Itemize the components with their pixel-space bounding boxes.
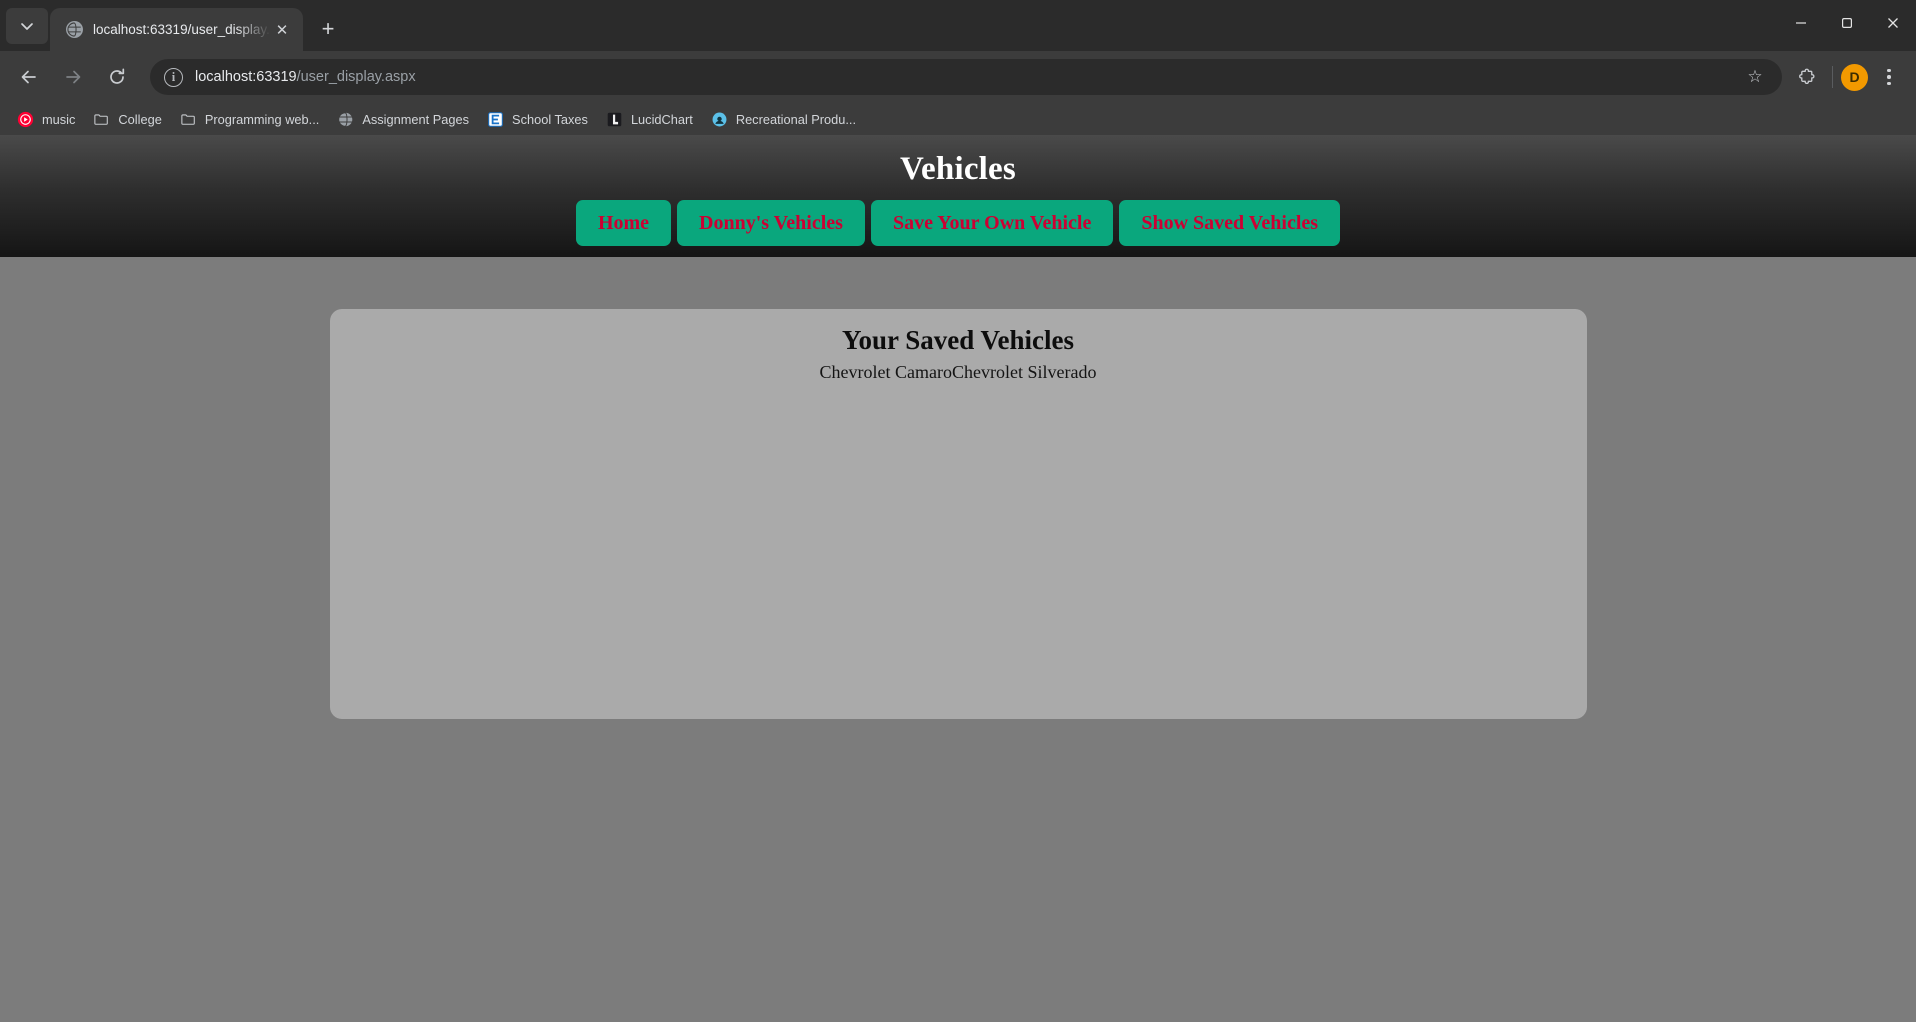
edgenuity-e-icon [487, 111, 504, 128]
arrow-right-icon [66, 70, 81, 84]
nav-save-your-own-vehicle[interactable]: Save Your Own Vehicle [870, 200, 1114, 246]
address-bar[interactable]: i localhost:63319/user_display.aspx ☆ [150, 59, 1782, 95]
browser-toolbar: i localhost:63319/user_display.aspx ☆ D [0, 51, 1916, 103]
bookmark-school-taxes[interactable]: School Taxes [478, 106, 597, 132]
reload-button[interactable] [100, 60, 134, 94]
page-title: Vehicles [900, 151, 1016, 187]
minimize-button[interactable] [1778, 0, 1824, 46]
tab-title: localhost:63319/user_display.as [93, 22, 271, 37]
chevron-down-icon [21, 23, 33, 30]
lucidchart-icon [606, 111, 623, 128]
menu-dot [1887, 68, 1891, 73]
saved-vehicles-heading: Your Saved Vehicles [841, 325, 1075, 355]
puzzle-icon [1798, 68, 1814, 84]
nav-home[interactable]: Home [575, 200, 672, 246]
bookmarks-bar: music College Programming web... Assignm… [0, 103, 1916, 135]
profile-avatar[interactable]: D [1841, 63, 1868, 91]
reload-icon [110, 68, 125, 84]
forward-button[interactable] [56, 60, 90, 94]
url-text: localhost:63319/user_display.aspx [195, 69, 1742, 85]
bookmark-star-icon[interactable]: ☆ [1742, 64, 1768, 90]
folder-icon [93, 111, 110, 128]
bookmark-label: Recreational Produ... [735, 111, 857, 127]
extensions-button[interactable] [1790, 60, 1824, 94]
bookmark-label: Programming web... [204, 111, 320, 127]
bookmark-college[interactable]: College [84, 106, 170, 132]
maximize-button[interactable] [1824, 0, 1870, 46]
new-tab-button[interactable]: + [312, 13, 344, 45]
bookmark-label: School Taxes [512, 111, 588, 127]
tab-search-button[interactable] [6, 8, 48, 44]
toolbar-divider [1832, 66, 1833, 88]
close-window-button[interactable] [1870, 0, 1916, 46]
bookmark-label: Assignment Pages [362, 111, 470, 127]
bookmark-assignment-pages[interactable]: Assignment Pages [328, 106, 478, 132]
menu-dot [1887, 75, 1891, 79]
window-controls [1778, 0, 1916, 46]
maximize-icon [1842, 18, 1853, 29]
site-info-icon[interactable]: i [164, 67, 183, 87]
bookmark-recreational-produ[interactable]: Recreational Produ... [702, 106, 865, 132]
page-viewport: Vehicles Home Donny's Vehicles Save Your… [0, 135, 1916, 1022]
site-header: Vehicles Home Donny's Vehicles Save Your… [0, 135, 1916, 257]
tab-strip: localhost:63319/user_display.as ✕ + [0, 0, 1916, 51]
globe-icon [66, 21, 83, 38]
bookmark-music[interactable]: music [8, 106, 84, 132]
url-path: /user_display.aspx [296, 69, 416, 85]
folder-icon [180, 111, 197, 128]
saved-vehicles-card: Your Saved Vehicles Chevrolet CamaroChev… [329, 309, 1587, 719]
arrow-left-icon [21, 70, 36, 84]
back-button[interactable] [12, 60, 46, 94]
menu-dot [1887, 81, 1891, 86]
close-icon [1888, 18, 1898, 28]
close-icon[interactable]: ✕ [271, 19, 293, 41]
nav-show-saved-vehicles[interactable]: Show Saved Vehicles [1119, 200, 1341, 246]
bookmark-label: LucidChart [630, 111, 693, 127]
bookmark-label: music [42, 111, 76, 127]
blue-circle-icon [711, 111, 728, 128]
youtube-music-icon [17, 111, 34, 128]
bookmark-lucidchart[interactable]: LucidChart [597, 106, 702, 132]
minimize-icon [1796, 22, 1806, 24]
browser-window: localhost:63319/user_display.as ✕ + i lo… [0, 0, 1916, 1022]
browser-tab[interactable]: localhost:63319/user_display.as ✕ [50, 8, 303, 51]
toolbar-right: D [1790, 60, 1904, 94]
nav-donnys-vehicles[interactable]: Donny's Vehicles [677, 200, 865, 246]
bookmark-label: College [118, 111, 162, 127]
site-navigation: Home Donny's Vehicles Save Your Own Vehi… [575, 200, 1341, 246]
browser-menu-button[interactable] [1874, 61, 1904, 93]
url-host: localhost:63319 [195, 69, 297, 85]
saved-vehicles-list: Chevrolet CamaroChevrolet Silverado [819, 362, 1097, 383]
globe-icon [337, 111, 354, 128]
bookmark-programming-web[interactable]: Programming web... [171, 106, 329, 132]
